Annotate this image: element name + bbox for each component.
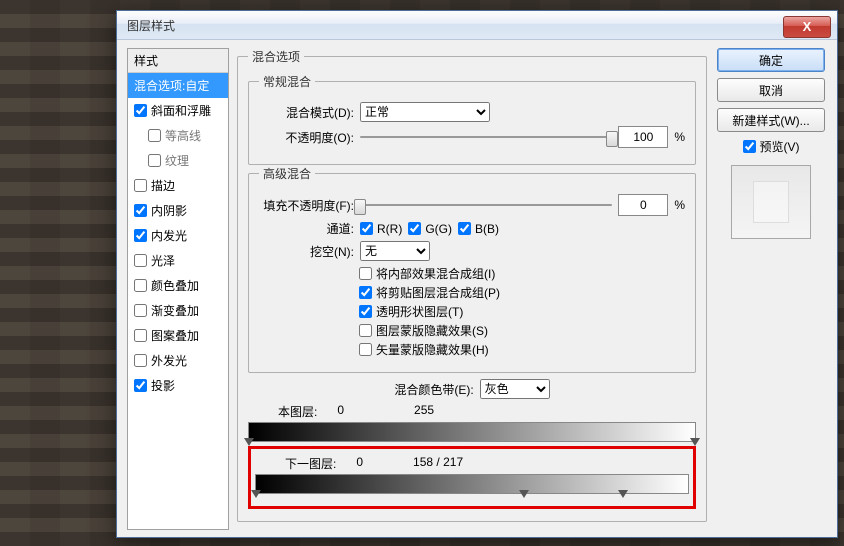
fill-slider[interactable] xyxy=(360,196,612,214)
blend-options: 混合选项 常规混合 混合模式(D): 正常 不透明度(O): % 高级 xyxy=(237,48,707,522)
style-item-1[interactable]: 斜面和浮雕 xyxy=(128,98,228,123)
channel-g[interactable]: G(G) xyxy=(408,222,452,236)
next-layer-gradient[interactable] xyxy=(255,474,689,494)
adv-opt-3[interactable]: 图层蒙版隐藏效果(S) xyxy=(359,322,685,339)
style-item-7[interactable]: 光泽 xyxy=(128,248,228,273)
cancel-button[interactable]: 取消 xyxy=(717,78,825,102)
style-item-0[interactable]: 混合选项:自定 xyxy=(128,73,228,98)
general-blend: 常规混合 混合模式(D): 正常 不透明度(O): % xyxy=(248,73,696,165)
adv-opt-1[interactable]: 将剪贴图层混合成组(P) xyxy=(359,284,685,301)
blend-legend: 混合选项 xyxy=(248,48,304,65)
style-item-2[interactable]: 等高线 xyxy=(128,123,228,148)
styles-header: 样式 xyxy=(128,49,228,73)
blend-mode-label: 混合模式(D): xyxy=(259,104,354,121)
style-item-4[interactable]: 描边 xyxy=(128,173,228,198)
style-item-12[interactable]: 投影 xyxy=(128,373,228,398)
knockout-select[interactable]: 无 xyxy=(360,241,430,261)
this-layer-gradient[interactable] xyxy=(248,422,696,442)
style-item-9[interactable]: 渐变叠加 xyxy=(128,298,228,323)
fill-input[interactable] xyxy=(618,194,668,216)
channel-b[interactable]: B(B) xyxy=(458,222,499,236)
style-item-8[interactable]: 颜色叠加 xyxy=(128,273,228,298)
preview-swatch xyxy=(731,165,811,239)
advanced-blend: 高级混合 填充不透明度(F): % 通道: R(R) G(G) B(B) xyxy=(248,165,696,373)
style-item-3[interactable]: 纹理 xyxy=(128,148,228,173)
opacity-label: 不透明度(O): xyxy=(259,129,354,146)
adv-opt-2[interactable]: 透明形状图层(T) xyxy=(359,303,685,320)
style-item-11[interactable]: 外发光 xyxy=(128,348,228,373)
adv-opt-0[interactable]: 将内部效果混合成组(I) xyxy=(359,265,685,282)
preview-checkbox[interactable]: 预览(V) xyxy=(743,138,800,155)
style-item-6[interactable]: 内发光 xyxy=(128,223,228,248)
adv-opt-4[interactable]: 矢量蒙版隐藏效果(H) xyxy=(359,341,685,358)
styles-panel: 样式 混合选项:自定斜面和浮雕等高线纹理描边内阴影内发光光泽颜色叠加渐变叠加图案… xyxy=(127,48,229,530)
blend-mode-select[interactable]: 正常 xyxy=(360,102,490,122)
next-layer-highlight: 下一图层: 0 158 / 217 xyxy=(248,446,696,509)
dialog-title: 图层样式 xyxy=(117,17,783,34)
titlebar[interactable]: 图层样式 X xyxy=(117,11,837,40)
channel-r[interactable]: R(R) xyxy=(360,222,402,236)
close-button[interactable]: X xyxy=(783,16,831,38)
new-style-button[interactable]: 新建样式(W)... xyxy=(717,108,825,132)
opacity-slider[interactable] xyxy=(360,128,612,146)
ok-button[interactable]: 确定 xyxy=(717,48,825,72)
opacity-input[interactable] xyxy=(618,126,668,148)
layer-style-dialog: 图层样式 X 样式 混合选项:自定斜面和浮雕等高线纹理描边内阴影内发光光泽颜色叠… xyxy=(116,10,838,538)
style-item-10[interactable]: 图案叠加 xyxy=(128,323,228,348)
blend-band-select[interactable]: 灰色 xyxy=(480,379,550,399)
style-item-5[interactable]: 内阴影 xyxy=(128,198,228,223)
